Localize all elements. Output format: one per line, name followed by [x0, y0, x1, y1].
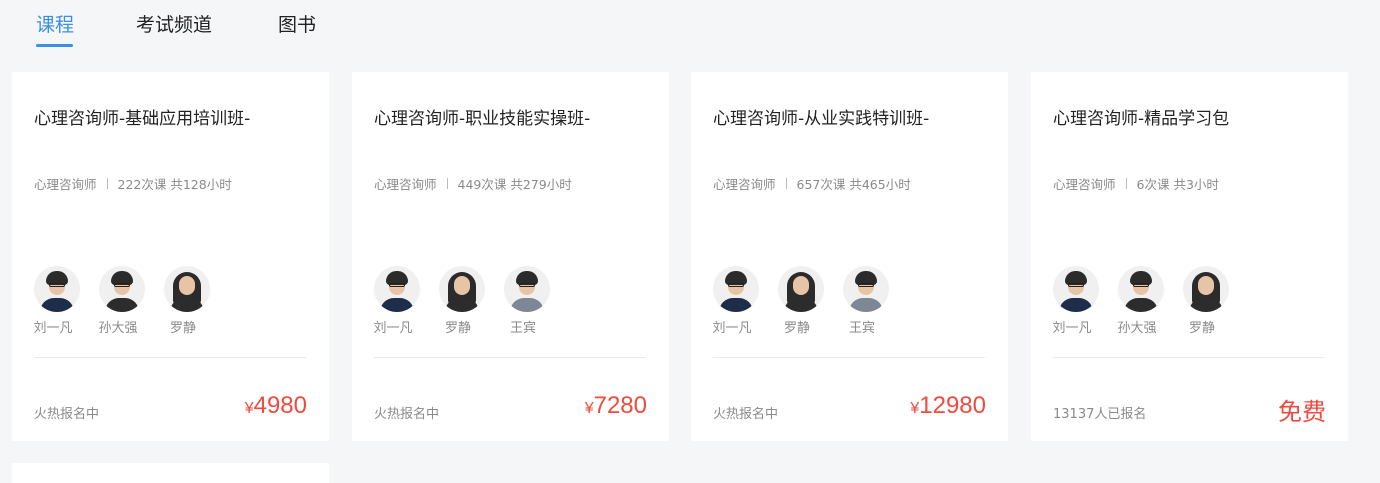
teacher-list: 刘一凡 罗静 王宾 — [373, 266, 569, 336]
currency-symbol: ¥ — [584, 400, 594, 417]
course-card[interactable]: 心理咨询师-基础应用培训班- 心理咨询师 222次课 共128小时 刘一凡 孙大… — [12, 72, 329, 441]
teacher-name: 罗静 — [783, 321, 810, 336]
teacher-item[interactable]: 罗静 — [164, 266, 210, 336]
course-price: ¥12980 — [910, 392, 986, 420]
teacher-name: 刘一凡 — [33, 321, 73, 336]
enrollment-count: 13137人已报名 — [1053, 407, 1147, 422]
teacher-name: 罗静 — [169, 321, 196, 336]
teacher-avatar — [164, 266, 210, 312]
course-title[interactable]: 心理咨询师-职业技能实操班- — [374, 104, 590, 129]
teacher-name: 王宾 — [848, 321, 875, 336]
course-stats: 222次课 共128小时 — [117, 177, 232, 192]
meta-divider — [106, 178, 108, 189]
teacher-list: 刘一凡 孙大强 罗静 — [1052, 266, 1248, 336]
teacher-name: 罗静 — [1188, 321, 1215, 336]
active-tab-indicator — [36, 44, 73, 47]
price-amount: 7280 — [593, 392, 647, 419]
meta-divider — [1125, 178, 1127, 189]
teacher-avatar — [1118, 266, 1164, 312]
card-divider — [1053, 357, 1325, 358]
enrollment-status: 火热报名中 — [713, 407, 779, 422]
teacher-name: 孙大强 — [1117, 321, 1157, 336]
teacher-list: 刘一凡 孙大强 罗静 — [33, 266, 229, 336]
course-category: 心理咨询师 — [34, 177, 97, 192]
course-title[interactable]: 心理咨询师-基础应用培训班- — [34, 104, 250, 129]
teacher-avatar — [1183, 266, 1229, 312]
card-divider — [34, 357, 306, 358]
currency-symbol: ¥ — [244, 400, 254, 417]
course-meta: 心理咨询师 657次课 共465小时 — [713, 174, 911, 193]
course-card[interactable]: 心理咨询师-精品学习包 心理咨询师 6次课 共3小时 刘一凡 孙大强 罗静 13… — [1031, 72, 1348, 441]
card-divider — [374, 357, 646, 358]
teacher-avatar — [34, 266, 80, 312]
teacher-name: 刘一凡 — [712, 321, 752, 336]
course-card[interactable]: 心理咨询师-职业技能实操班- 心理咨询师 449次课 共279小时 刘一凡 罗静… — [352, 72, 669, 441]
teacher-list: 刘一凡 罗静 王宾 — [712, 266, 908, 336]
teacher-avatar — [374, 266, 420, 312]
course-meta: 心理咨询师 222次课 共128小时 — [34, 174, 232, 193]
teacher-avatar — [713, 266, 759, 312]
tab-courses[interactable]: 课程 — [36, 10, 74, 37]
course-card-partial[interactable] — [12, 463, 329, 483]
teacher-item[interactable]: 刘一凡 — [712, 266, 759, 336]
course-card[interactable]: 心理咨询师-从业实践特训班- 心理咨询师 657次课 共465小时 刘一凡 罗静… — [691, 72, 1008, 441]
meta-divider — [446, 178, 448, 189]
teacher-item[interactable]: 王宾 — [504, 266, 550, 336]
enrollment-status: 火热报名中 — [34, 407, 100, 422]
teacher-avatar — [439, 266, 485, 312]
teacher-avatar — [778, 266, 824, 312]
teacher-avatar — [1053, 266, 1099, 312]
teacher-name: 刘一凡 — [373, 321, 413, 336]
teacher-item[interactable]: 孙大强 — [1117, 266, 1164, 336]
teacher-avatar — [843, 266, 889, 312]
tab-books[interactable]: 图书 — [278, 10, 316, 37]
teacher-name: 孙大强 — [98, 321, 138, 336]
price-amount: 4980 — [253, 392, 307, 419]
teacher-item[interactable]: 罗静 — [439, 266, 485, 336]
course-category: 心理咨询师 — [374, 177, 437, 192]
course-category: 心理咨询师 — [713, 177, 776, 192]
course-stats: 6次课 共3小时 — [1136, 177, 1219, 192]
tab-exam-channel[interactable]: 考试频道 — [136, 10, 212, 37]
teacher-item[interactable]: 刘一凡 — [33, 266, 80, 336]
teacher-item[interactable]: 刘一凡 — [373, 266, 420, 336]
teacher-avatar — [99, 266, 145, 312]
teacher-name: 王宾 — [509, 321, 536, 336]
teacher-item[interactable]: 王宾 — [843, 266, 889, 336]
course-tabs: 课程 考试频道 图书 — [0, 0, 1380, 50]
teacher-item[interactable]: 罗静 — [778, 266, 824, 336]
course-meta: 心理咨询师 449次课 共279小时 — [374, 174, 572, 193]
course-price-free: 免费 — [1278, 398, 1326, 426]
course-stats: 657次课 共465小时 — [796, 177, 911, 192]
currency-symbol: ¥ — [910, 400, 920, 417]
teacher-name: 刘一凡 — [1052, 321, 1092, 336]
price-amount: 12980 — [919, 392, 986, 419]
teacher-item[interactable]: 孙大强 — [98, 266, 145, 336]
course-category: 心理咨询师 — [1053, 177, 1116, 192]
enrollment-status: 火热报名中 — [374, 407, 440, 422]
teacher-item[interactable]: 刘一凡 — [1052, 266, 1099, 336]
meta-divider — [785, 178, 787, 189]
card-divider — [713, 357, 985, 358]
teacher-avatar — [504, 266, 550, 312]
course-price: ¥7280 — [585, 392, 647, 420]
course-title[interactable]: 心理咨询师-从业实践特训班- — [713, 104, 929, 129]
course-price: ¥4980 — [245, 392, 307, 420]
teacher-name: 罗静 — [444, 321, 471, 336]
teacher-item[interactable]: 罗静 — [1183, 266, 1229, 336]
course-title[interactable]: 心理咨询师-精品学习包 — [1053, 104, 1229, 129]
course-stats: 449次课 共279小时 — [457, 177, 572, 192]
course-meta: 心理咨询师 6次课 共3小时 — [1053, 174, 1219, 193]
